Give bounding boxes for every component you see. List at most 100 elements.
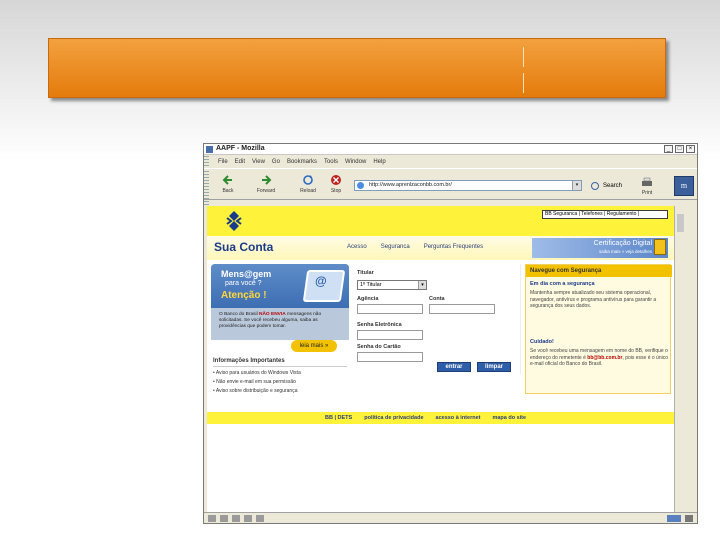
- mail-icon[interactable]: [220, 515, 228, 522]
- menu-view[interactable]: View: [252, 159, 265, 165]
- promo-title: Mens@gem: [221, 269, 272, 279]
- status-bar: [204, 512, 697, 523]
- senha-cartao-input[interactable]: [357, 352, 423, 362]
- menu-bookmarks[interactable]: Bookmarks: [287, 159, 317, 165]
- scrollbar-thumb[interactable]: [677, 214, 684, 232]
- login-form: Titular 1º Titular ▾ Agência Conta Senha…: [353, 264, 521, 374]
- url-field[interactable]: http://www.aprenlzaconbb.com.br/ ▾: [354, 180, 582, 191]
- footer-bb[interactable]: BB | DETS: [325, 415, 352, 421]
- stop-icon: [331, 175, 341, 185]
- forward-button[interactable]: Forward: [254, 174, 278, 198]
- reload-label: Reload: [300, 188, 316, 194]
- conta-label: Conta: [429, 296, 445, 302]
- info-item[interactable]: • Aviso sobre distribuição e segurança: [213, 387, 347, 396]
- senha-cartao-label: Senha do Cartão: [357, 344, 401, 350]
- nav-seguranca[interactable]: Seguranca: [381, 244, 410, 250]
- site-header: BB Seguranca | Telefones | Regulamento |: [207, 206, 674, 236]
- site-title: Sua Conta: [214, 240, 274, 254]
- cert-title: Certificação Digital: [593, 240, 652, 247]
- slide-banner: [48, 38, 666, 98]
- navigator-icon[interactable]: [208, 515, 216, 522]
- promo-alert: Atenção !: [221, 290, 267, 301]
- security-text: Mantenha sempre atualizado seu sistema o…: [530, 290, 657, 309]
- titular-label: Titular: [357, 270, 374, 276]
- conta-input[interactable]: [429, 304, 495, 314]
- forward-label: Forward: [256, 188, 276, 194]
- title-bar: AAPF - Mozilla _ □ ×: [204, 144, 697, 155]
- reload-icon: [303, 175, 313, 185]
- address-book-icon[interactable]: [256, 515, 264, 522]
- agencia-label: Agência: [357, 296, 379, 302]
- connection-icon: [667, 515, 681, 522]
- security-panel: Navegue com Segurança Em dia com a segur…: [525, 264, 672, 394]
- info-heading: Informações Importantes: [213, 358, 347, 367]
- main-nav: Acesso Seguranca Perguntas Frequentes: [347, 244, 483, 250]
- info-list: • Aviso para usuários do Windows Vista •…: [213, 369, 347, 396]
- at-sign-icon: @: [315, 274, 327, 288]
- maximize-button[interactable]: □: [675, 145, 684, 153]
- menu-help[interactable]: Help: [373, 159, 385, 165]
- menu-file[interactable]: File: [218, 159, 228, 165]
- senha-input[interactable]: [357, 330, 423, 340]
- senha-label: Senha Eletrônica: [357, 322, 402, 328]
- promo-text-pre: O Banco do Brasil: [219, 312, 259, 317]
- top-links[interactable]: BB Seguranca | Telefones | Regulamento |: [542, 210, 668, 219]
- entrar-button[interactable]: entrar: [437, 362, 471, 372]
- titular-value: 1º Titular: [360, 282, 382, 288]
- info-item[interactable]: • Não envie e-mail em sua permissão: [213, 378, 347, 387]
- brand-bar: Sua Conta Acesso Seguranca Perguntas Fre…: [207, 236, 674, 260]
- minimize-button[interactable]: _: [664, 145, 673, 153]
- agencia-input[interactable]: [357, 304, 423, 314]
- promo-subtitle: para você ?: [225, 280, 262, 287]
- footer-sitemap[interactable]: mapa do site: [492, 415, 526, 421]
- vertical-scrollbar[interactable]: [674, 206, 696, 512]
- promo-text: O Banco do Brasil NÃO ENVIA mensagens nã…: [211, 308, 349, 340]
- page-icon: [357, 182, 364, 189]
- caution-email-link[interactable]: bb@bb.com.br: [587, 355, 622, 361]
- search-button[interactable]: Search: [589, 180, 627, 192]
- mozilla-throbber: m: [674, 176, 694, 196]
- titular-select[interactable]: 1º Titular ▾: [357, 280, 427, 290]
- lock-icon: [654, 239, 666, 255]
- footer-access[interactable]: acesso à internet: [436, 415, 481, 421]
- menu-edit[interactable]: Edit: [235, 159, 245, 165]
- back-arrow-icon: [222, 175, 232, 185]
- stop-label: Stop: [330, 188, 342, 194]
- search-icon: [591, 182, 599, 190]
- banner-divider: [523, 73, 524, 93]
- security-subheading: Em dia com a segurança: [530, 281, 595, 287]
- caution-heading: Cuidado!: [530, 339, 554, 345]
- close-button[interactable]: ×: [686, 145, 695, 153]
- security-lock-icon[interactable]: [685, 515, 693, 522]
- cert-digital-banner[interactable]: Certificação Digital saiba mais » veja d…: [532, 238, 668, 258]
- page-content: BB Seguranca | Telefones | Regulamento |…: [207, 206, 674, 512]
- window-title: AAPF - Mozilla: [216, 145, 265, 152]
- app-icon: [206, 146, 213, 153]
- info-item[interactable]: • Aviso para usuários do Windows Vista: [213, 369, 347, 378]
- browser-window: AAPF - Mozilla _ □ × File Edit View Go B…: [203, 143, 698, 524]
- menu-window[interactable]: Window: [345, 159, 366, 165]
- back-button[interactable]: Back: [216, 174, 240, 198]
- nav-faq[interactable]: Perguntas Frequentes: [424, 244, 483, 250]
- cert-subtitle: saiba mais » veja detalhes: [598, 249, 652, 254]
- nav-acesso[interactable]: Acesso: [347, 244, 367, 250]
- chat-icon[interactable]: [244, 515, 252, 522]
- composer-icon[interactable]: [232, 515, 240, 522]
- menu-bar: File Edit View Go Bookmarks Tools Window…: [204, 156, 697, 168]
- bb-logo-icon: [226, 211, 242, 231]
- chevron-down-icon: ▾: [418, 281, 426, 289]
- promo-top: Mens@gem para você ? Atenção ! @: [211, 264, 349, 308]
- menu-tools[interactable]: Tools: [324, 159, 338, 165]
- printer-icon: [642, 177, 652, 186]
- leia-mais-button[interactable]: leia mais »: [291, 340, 337, 352]
- search-label: Search: [603, 183, 623, 189]
- menu-go[interactable]: Go: [272, 159, 280, 165]
- reload-button[interactable]: Reload: [296, 174, 320, 198]
- url-dropdown-icon[interactable]: ▾: [572, 181, 581, 190]
- footer-privacy[interactable]: política de privacidade: [364, 415, 423, 421]
- stop-button[interactable]: Stop: [324, 174, 348, 198]
- url-text: http://www.aprenlzaconbb.com.br/: [369, 182, 452, 188]
- limpar-button[interactable]: limpar: [477, 362, 511, 372]
- print-button[interactable]: Print: [636, 175, 658, 197]
- promo-box[interactable]: Mens@gem para você ? Atenção ! @ O Banco…: [211, 264, 349, 340]
